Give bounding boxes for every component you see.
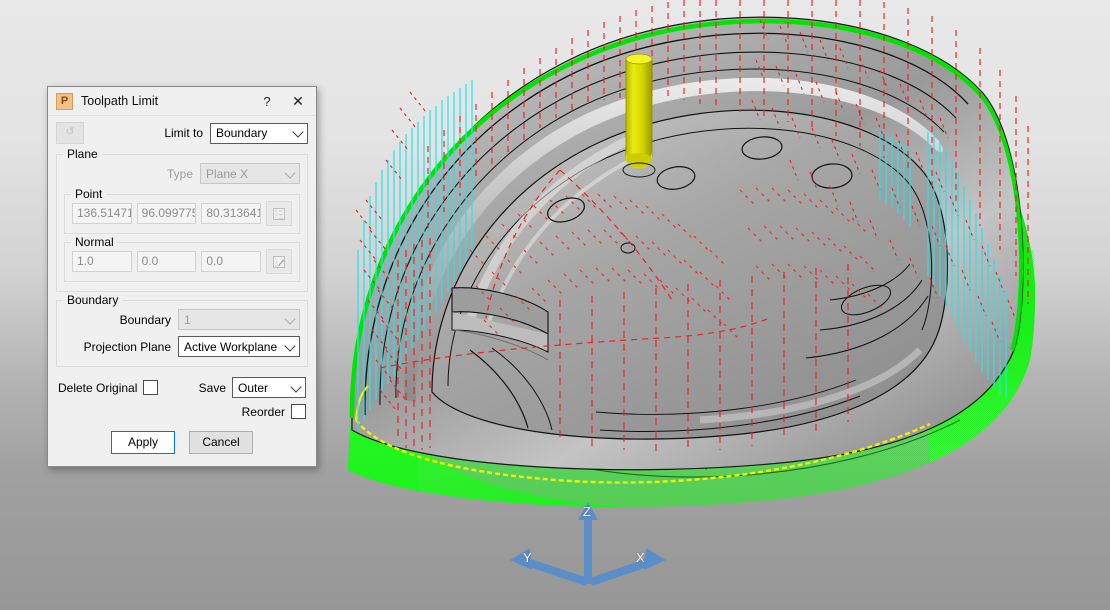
chevron-down-icon (284, 166, 296, 179)
options-row-2: Reorder (56, 404, 308, 419)
point-picker-icon[interactable]: X Y Z (266, 201, 293, 226)
limit-to-row: ↺ Limit to Boundary (56, 122, 308, 144)
delete-original-checkbox[interactable] (143, 380, 159, 395)
apply-button[interactable]: Apply (111, 431, 175, 454)
normal-group: Normal 1.0 0.0 0.0 I J K (64, 235, 300, 282)
limit-to-value: Boundary (216, 126, 268, 140)
point-x-input[interactable]: 136.514716 (72, 203, 132, 224)
axis-label-y: Y (523, 550, 532, 565)
normal-j-input[interactable]: 0.0 (136, 251, 197, 272)
projection-plane-row: Projection Plane Active Workplane (64, 336, 300, 357)
cutting-tool (622, 53, 656, 178)
chevron-down-icon (290, 380, 302, 393)
boundary-label: Boundary (119, 312, 171, 327)
toolpath-limit-dialog: P Toolpath Limit ? ✕ ↺ Limit to Boundary… (47, 86, 317, 467)
point-fields: 136.514716 96.099775 80.313641 X Y Z (72, 201, 293, 226)
boundary-value: 1 (184, 312, 191, 327)
chevron-down-icon (292, 126, 304, 138)
delete-original-label: Delete Original (58, 380, 138, 395)
normal-i-input[interactable]: 1.0 (72, 251, 132, 272)
dialog-body: ↺ Limit to Boundary Plane Type Plane X P… (48, 116, 316, 466)
boundary-group-label: Boundary (63, 293, 123, 307)
limit-to-select[interactable]: Boundary (210, 122, 308, 144)
save-label: Save (198, 380, 226, 395)
projection-plane-value: Active Workplane (184, 339, 278, 354)
reorder-label: Reorder (241, 404, 285, 419)
projection-plane-label: Projection Plane (83, 339, 171, 354)
reorder-checkbox[interactable] (291, 404, 306, 419)
type-label: Type (166, 166, 193, 181)
dialog-title: Toolpath Limit (81, 94, 159, 108)
powermill-icon: P (56, 92, 73, 110)
point-group: Point 136.514716 96.099775 80.313641 X Y… (64, 187, 300, 234)
normal-fields: 1.0 0.0 0.0 I J K (72, 249, 293, 274)
boundary-group: Boundary Boundary 1 Projection Plane Act… (56, 293, 308, 367)
dialog-button-row: Apply Cancel (56, 431, 308, 458)
chevron-down-icon (284, 312, 296, 325)
chevron-down-icon (284, 339, 296, 352)
help-icon[interactable]: ? (254, 88, 280, 115)
axis-label-z: Z (583, 504, 591, 519)
plane-group-label: Plane (63, 147, 102, 161)
cancel-button[interactable]: Cancel (189, 431, 253, 454)
close-icon[interactable]: ✕ (280, 88, 316, 115)
point-z-input[interactable]: 80.313641 (201, 203, 262, 224)
normal-k-input[interactable]: 0.0 (201, 251, 262, 272)
plane-type-value: Plane X (206, 166, 249, 181)
type-row: Type Plane X (64, 163, 300, 184)
boundary-select[interactable]: 1 (178, 309, 300, 330)
application-window: Z Y X P Toolpath Limit ? ✕ ↺ Limit to Bo… (0, 0, 1110, 610)
plane-type-select[interactable]: Plane X (200, 163, 300, 184)
limit-to-label: Limit to (164, 126, 203, 140)
point-group-label: Point (71, 187, 107, 201)
options-row-1: Delete Original Save Outer (56, 377, 308, 398)
boundary-row: Boundary 1 (64, 309, 300, 330)
plane-group: Plane Type Plane X Point 136.514716 96.0… (56, 147, 308, 292)
normal-group-label: Normal (71, 235, 118, 249)
save-select[interactable]: Outer (232, 377, 306, 398)
dialog-titlebar[interactable]: P Toolpath Limit ? ✕ (48, 87, 316, 116)
svg-text:Z: Z (275, 216, 277, 220)
projection-plane-select[interactable]: Active Workplane (178, 336, 300, 357)
reset-icon[interactable]: ↺ (56, 122, 84, 144)
axis-label-x: X (636, 550, 645, 565)
point-y-input[interactable]: 96.099775 (136, 203, 197, 224)
normal-picker-icon[interactable]: I J K (266, 249, 293, 274)
save-value: Outer (238, 380, 269, 395)
